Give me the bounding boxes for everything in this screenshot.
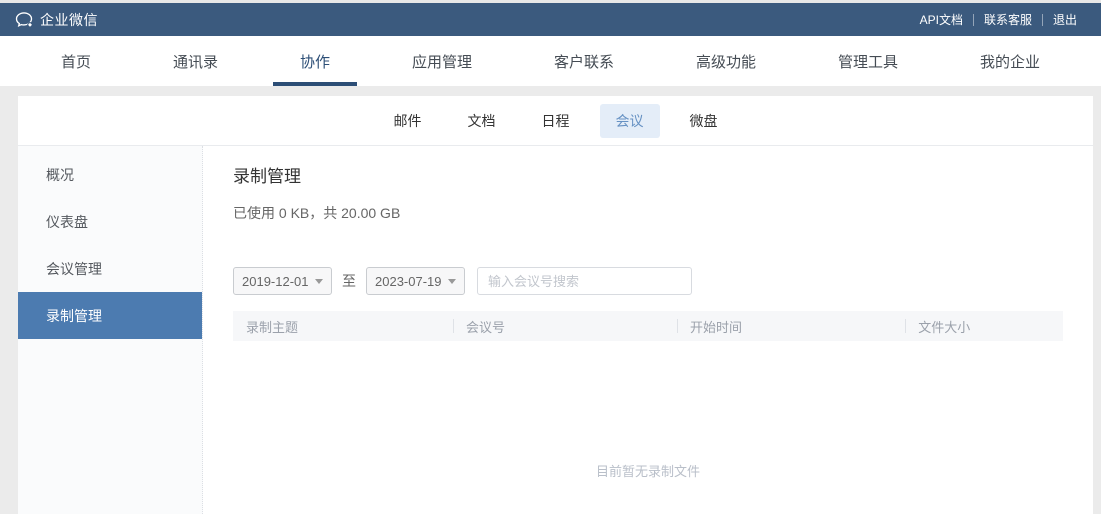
table-header: 录制主题 会议号 开始时间 文件大小: [233, 311, 1063, 341]
sidebar-item-recording-management[interactable]: 录制管理: [18, 292, 202, 339]
storage-usage-text: 已使用 0 KB，共 20.00 GB: [233, 205, 401, 221]
main-nav: 首页 通讯录 协作 应用管理 客户联系 高级功能 管理工具 我的企业: [0, 36, 1101, 86]
nav-item-collaboration[interactable]: 协作: [300, 36, 330, 86]
page-title: 录制管理: [233, 167, 301, 186]
empty-state-text: 目前暂无录制文件: [595, 464, 700, 479]
meeting-content: 概况 仪表盘 会议管理 录制管理 录制管理 已使用 0 KB，共 20.00 G…: [18, 146, 1093, 514]
api-docs-link[interactable]: API文档: [910, 11, 973, 28]
topbar-links: API文档 联系客服 退出: [910, 11, 1087, 28]
nav-item-app-management[interactable]: 应用管理: [412, 36, 472, 86]
nav-item-customer-contact[interactable]: 客户联系: [554, 36, 614, 86]
chevron-down-icon: [315, 278, 323, 284]
nav-item-my-company[interactable]: 我的企业: [980, 36, 1040, 86]
chevron-down-icon: [448, 278, 456, 284]
logout-link[interactable]: 退出: [1043, 11, 1087, 28]
nav-item-admin-tools[interactable]: 管理工具: [838, 36, 898, 86]
sidebar-item-meeting-management[interactable]: 会议管理: [18, 245, 202, 292]
start-date-select[interactable]: 2019-12-01: [233, 267, 332, 295]
sidebar: 概况 仪表盘 会议管理 录制管理: [18, 146, 203, 514]
start-date-value: 2019-12-01: [242, 273, 309, 289]
filter-bar: 2019-12-01 至 2023-07-19: [233, 267, 1063, 295]
sidebar-item-overview[interactable]: 概况: [18, 151, 202, 198]
collaboration-subnav: 邮件 文档 日程 会议 微盘: [18, 96, 1093, 146]
tab-mail[interactable]: 邮件: [378, 104, 438, 138]
brand-title: 企业微信: [40, 11, 98, 28]
column-header-file-size: 文件大小: [905, 311, 1063, 341]
meeting-id-search-input[interactable]: [477, 267, 692, 295]
sidebar-item-dashboard[interactable]: 仪表盘: [18, 198, 202, 245]
end-date-select[interactable]: 2023-07-19: [366, 267, 465, 295]
column-header-meeting-id: 会议号: [452, 311, 677, 341]
tab-calendar[interactable]: 日程: [526, 104, 586, 138]
recording-management-panel: 录制管理 已使用 0 KB，共 20.00 GB 2019-12-01 至 20…: [203, 146, 1093, 514]
column-header-start-time: 开始时间: [677, 311, 905, 341]
nav-item-home[interactable]: 首页: [61, 36, 91, 86]
nav-item-advanced-features[interactable]: 高级功能: [696, 36, 756, 86]
date-range-separator: 至: [342, 273, 356, 289]
column-header-recording-topic: 录制主题: [246, 319, 299, 335]
content-panel: 邮件 文档 日程 会议 微盘 概况 仪表盘 会议管理 录制管理 录制管理 已使用…: [18, 96, 1093, 514]
topbar: 企业微信 API文档 联系客服 退出: [0, 3, 1101, 36]
nav-item-contacts[interactable]: 通讯录: [173, 36, 218, 86]
tab-drive[interactable]: 微盘: [674, 104, 734, 138]
contact-support-link[interactable]: 联系客服: [974, 11, 1042, 28]
tab-meeting[interactable]: 会议: [599, 103, 660, 138]
end-date-value: 2023-07-19: [375, 273, 442, 289]
tab-docs[interactable]: 文档: [452, 104, 512, 138]
wechat-work-logo-icon: [14, 10, 34, 30]
brand: 企业微信: [14, 10, 98, 30]
